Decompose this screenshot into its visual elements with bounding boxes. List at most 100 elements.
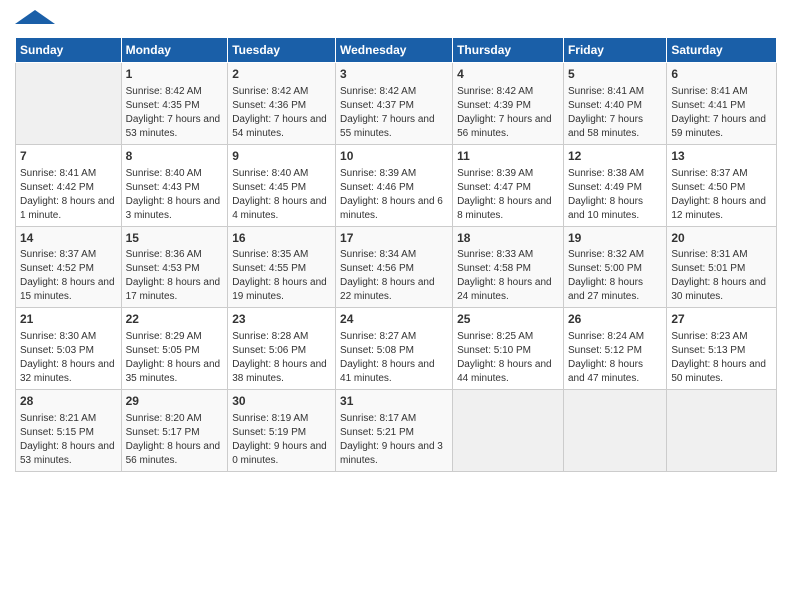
day-cell: 2 Sunrise: 8:42 AMSunset: 4:36 PMDaylight… (228, 63, 336, 145)
header (15, 10, 777, 29)
calendar-table: SundayMondayTuesdayWednesdayThursdayFrid… (15, 37, 777, 472)
day-cell: 1 Sunrise: 8:42 AMSunset: 4:35 PMDaylight… (121, 63, 228, 145)
day-cell: 17Sunrise: 8:34 AMSunset: 4:56 PMDayligh… (336, 226, 453, 308)
header-cell-tuesday: Tuesday (228, 38, 336, 63)
week-row-3: 14Sunrise: 8:37 AMSunset: 4:52 PMDayligh… (16, 226, 777, 308)
day-number: 12 (568, 148, 662, 165)
header-cell-sunday: Sunday (16, 38, 122, 63)
day-cell: 14Sunrise: 8:37 AMSunset: 4:52 PMDayligh… (16, 226, 122, 308)
day-number: 9 (232, 148, 331, 165)
day-cell: 9Sunrise: 8:40 AMSunset: 4:45 PMDaylight… (228, 144, 336, 226)
day-info: Sunrise: 8:31 AMSunset: 5:01 PMDaylight:… (671, 248, 772, 304)
day-number: 6 (671, 66, 772, 83)
day-number: 11 (457, 148, 559, 165)
day-cell: 27 Sunrise: 8:23 AMSunset: 5:13 PMDayligh… (667, 308, 777, 390)
day-info: Sunrise: 8:30 AMSunset: 5:03 PMDaylight:… (20, 330, 117, 386)
day-info: Sunrise: 8:42 AMSunset: 4:36 PMDaylight:… (232, 85, 331, 141)
day-info: Sunrise: 8:40 AMSunset: 4:43 PMDaylight:… (126, 167, 224, 223)
day-number: 18 (457, 230, 559, 247)
day-info: Sunrise: 8:27 AMSunset: 5:08 PMDaylight:… (340, 330, 448, 386)
day-info: Sunrise: 8:42 AMSunset: 4:35 PMDaylight:… (126, 85, 224, 141)
day-cell: 12 Sunrise: 8:38 AMSunset: 4:49 PMDayligh… (563, 144, 666, 226)
day-cell: 11 Sunrise: 8:39 AMSunset: 4:47 PMDayligh… (453, 144, 564, 226)
day-cell (453, 390, 564, 472)
day-info: Sunrise: 8:42 AMSunset: 4:37 PMDaylight:… (340, 85, 448, 141)
day-cell: 30 Sunrise: 8:19 AMSunset: 5:19 PMDayligh… (228, 390, 336, 472)
day-number: 19 (568, 230, 662, 247)
week-row-4: 21 Sunrise: 8:30 AMSunset: 5:03 PMDayligh… (16, 308, 777, 390)
day-number: 16 (232, 230, 331, 247)
day-number: 8 (126, 148, 224, 165)
day-number: 7 (20, 148, 117, 165)
day-cell: 10Sunrise: 8:39 AMSunset: 4:46 PMDayligh… (336, 144, 453, 226)
day-number: 13 (671, 148, 772, 165)
day-cell: 26 Sunrise: 8:24 AMSunset: 5:12 PMDayligh… (563, 308, 666, 390)
day-info: Sunrise: 8:38 AMSunset: 4:49 PMDaylight:… (568, 167, 662, 223)
day-number: 2 (232, 66, 331, 83)
calendar-container: SundayMondayTuesdayWednesdayThursdayFrid… (0, 0, 792, 482)
day-info: Sunrise: 8:24 AMSunset: 5:12 PMDaylight:… (568, 330, 662, 386)
day-cell: 31 Sunrise: 8:17 AMSunset: 5:21 PMDayligh… (336, 390, 453, 472)
day-number: 17 (340, 230, 448, 247)
header-cell-wednesday: Wednesday (336, 38, 453, 63)
header-cell-thursday: Thursday (453, 38, 564, 63)
day-cell: 29Sunrise: 8:20 AMSunset: 5:17 PMDayligh… (121, 390, 228, 472)
week-row-5: 28Sunrise: 8:21 AMSunset: 5:15 PMDayligh… (16, 390, 777, 472)
day-cell (16, 63, 122, 145)
day-number: 14 (20, 230, 117, 247)
day-cell: 6 Sunrise: 8:41 AMSunset: 4:41 PMDaylight… (667, 63, 777, 145)
day-info: Sunrise: 8:41 AMSunset: 4:41 PMDaylight:… (671, 85, 772, 141)
day-info: Sunrise: 8:37 AMSunset: 4:52 PMDaylight:… (20, 248, 117, 304)
day-cell: 22Sunrise: 8:29 AMSunset: 5:05 PMDayligh… (121, 308, 228, 390)
header-cell-saturday: Saturday (667, 38, 777, 63)
day-cell: 24 Sunrise: 8:27 AMSunset: 5:08 PMDayligh… (336, 308, 453, 390)
day-info: Sunrise: 8:41 AMSunset: 4:40 PMDaylight:… (568, 85, 662, 141)
day-cell: 21 Sunrise: 8:30 AMSunset: 5:03 PMDayligh… (16, 308, 122, 390)
day-info: Sunrise: 8:19 AMSunset: 5:19 PMDaylight:… (232, 412, 331, 468)
day-info: Sunrise: 8:35 AMSunset: 4:55 PMDaylight:… (232, 248, 331, 304)
day-info: Sunrise: 8:17 AMSunset: 5:21 PMDaylight:… (340, 412, 448, 468)
day-cell: 18Sunrise: 8:33 AMSunset: 4:58 PMDayligh… (453, 226, 564, 308)
day-cell: 4 Sunrise: 8:42 AMSunset: 4:39 PMDaylight… (453, 63, 564, 145)
header-cell-friday: Friday (563, 38, 666, 63)
day-number: 23 (232, 311, 331, 328)
day-cell: 7 Sunrise: 8:41 AMSunset: 4:42 PMDaylight… (16, 144, 122, 226)
day-number: 24 (340, 311, 448, 328)
day-info: Sunrise: 8:23 AMSunset: 5:13 PMDaylight:… (671, 330, 772, 386)
day-info: Sunrise: 8:25 AMSunset: 5:10 PMDaylight:… (457, 330, 559, 386)
day-info: Sunrise: 8:41 AMSunset: 4:42 PMDaylight:… (20, 167, 117, 223)
day-cell: 23Sunrise: 8:28 AMSunset: 5:06 PMDayligh… (228, 308, 336, 390)
day-info: Sunrise: 8:32 AMSunset: 5:00 PMDaylight:… (568, 248, 662, 304)
day-number: 22 (126, 311, 224, 328)
day-info: Sunrise: 8:20 AMSunset: 5:17 PMDaylight:… (126, 412, 224, 468)
day-number: 21 (20, 311, 117, 328)
day-number: 27 (671, 311, 772, 328)
day-cell: 13 Sunrise: 8:37 AMSunset: 4:50 PMDayligh… (667, 144, 777, 226)
day-info: Sunrise: 8:39 AMSunset: 4:46 PMDaylight:… (340, 167, 448, 223)
day-info: Sunrise: 8:21 AMSunset: 5:15 PMDaylight:… (20, 412, 117, 468)
day-number: 20 (671, 230, 772, 247)
day-info: Sunrise: 8:37 AMSunset: 4:50 PMDaylight:… (671, 167, 772, 223)
day-number: 26 (568, 311, 662, 328)
week-row-2: 7 Sunrise: 8:41 AMSunset: 4:42 PMDaylight… (16, 144, 777, 226)
week-row-1: 1 Sunrise: 8:42 AMSunset: 4:35 PMDaylight… (16, 63, 777, 145)
day-cell (667, 390, 777, 472)
day-cell: 25Sunrise: 8:25 AMSunset: 5:10 PMDayligh… (453, 308, 564, 390)
day-number: 1 (126, 66, 224, 83)
day-info: Sunrise: 8:36 AMSunset: 4:53 PMDaylight:… (126, 248, 224, 304)
day-number: 4 (457, 66, 559, 83)
day-number: 30 (232, 393, 331, 410)
day-info: Sunrise: 8:42 AMSunset: 4:39 PMDaylight:… (457, 85, 559, 141)
day-info: Sunrise: 8:39 AMSunset: 4:47 PMDaylight:… (457, 167, 559, 223)
day-cell (563, 390, 666, 472)
day-number: 31 (340, 393, 448, 410)
logo-icon (15, 10, 65, 24)
day-cell: 15Sunrise: 8:36 AMSunset: 4:53 PMDayligh… (121, 226, 228, 308)
day-number: 15 (126, 230, 224, 247)
day-number: 5 (568, 66, 662, 83)
day-info: Sunrise: 8:33 AMSunset: 4:58 PMDaylight:… (457, 248, 559, 304)
header-cell-monday: Monday (121, 38, 228, 63)
day-info: Sunrise: 8:34 AMSunset: 4:56 PMDaylight:… (340, 248, 448, 304)
logo (15, 10, 65, 29)
day-cell: 8 Sunrise: 8:40 AMSunset: 4:43 PMDaylight… (121, 144, 228, 226)
